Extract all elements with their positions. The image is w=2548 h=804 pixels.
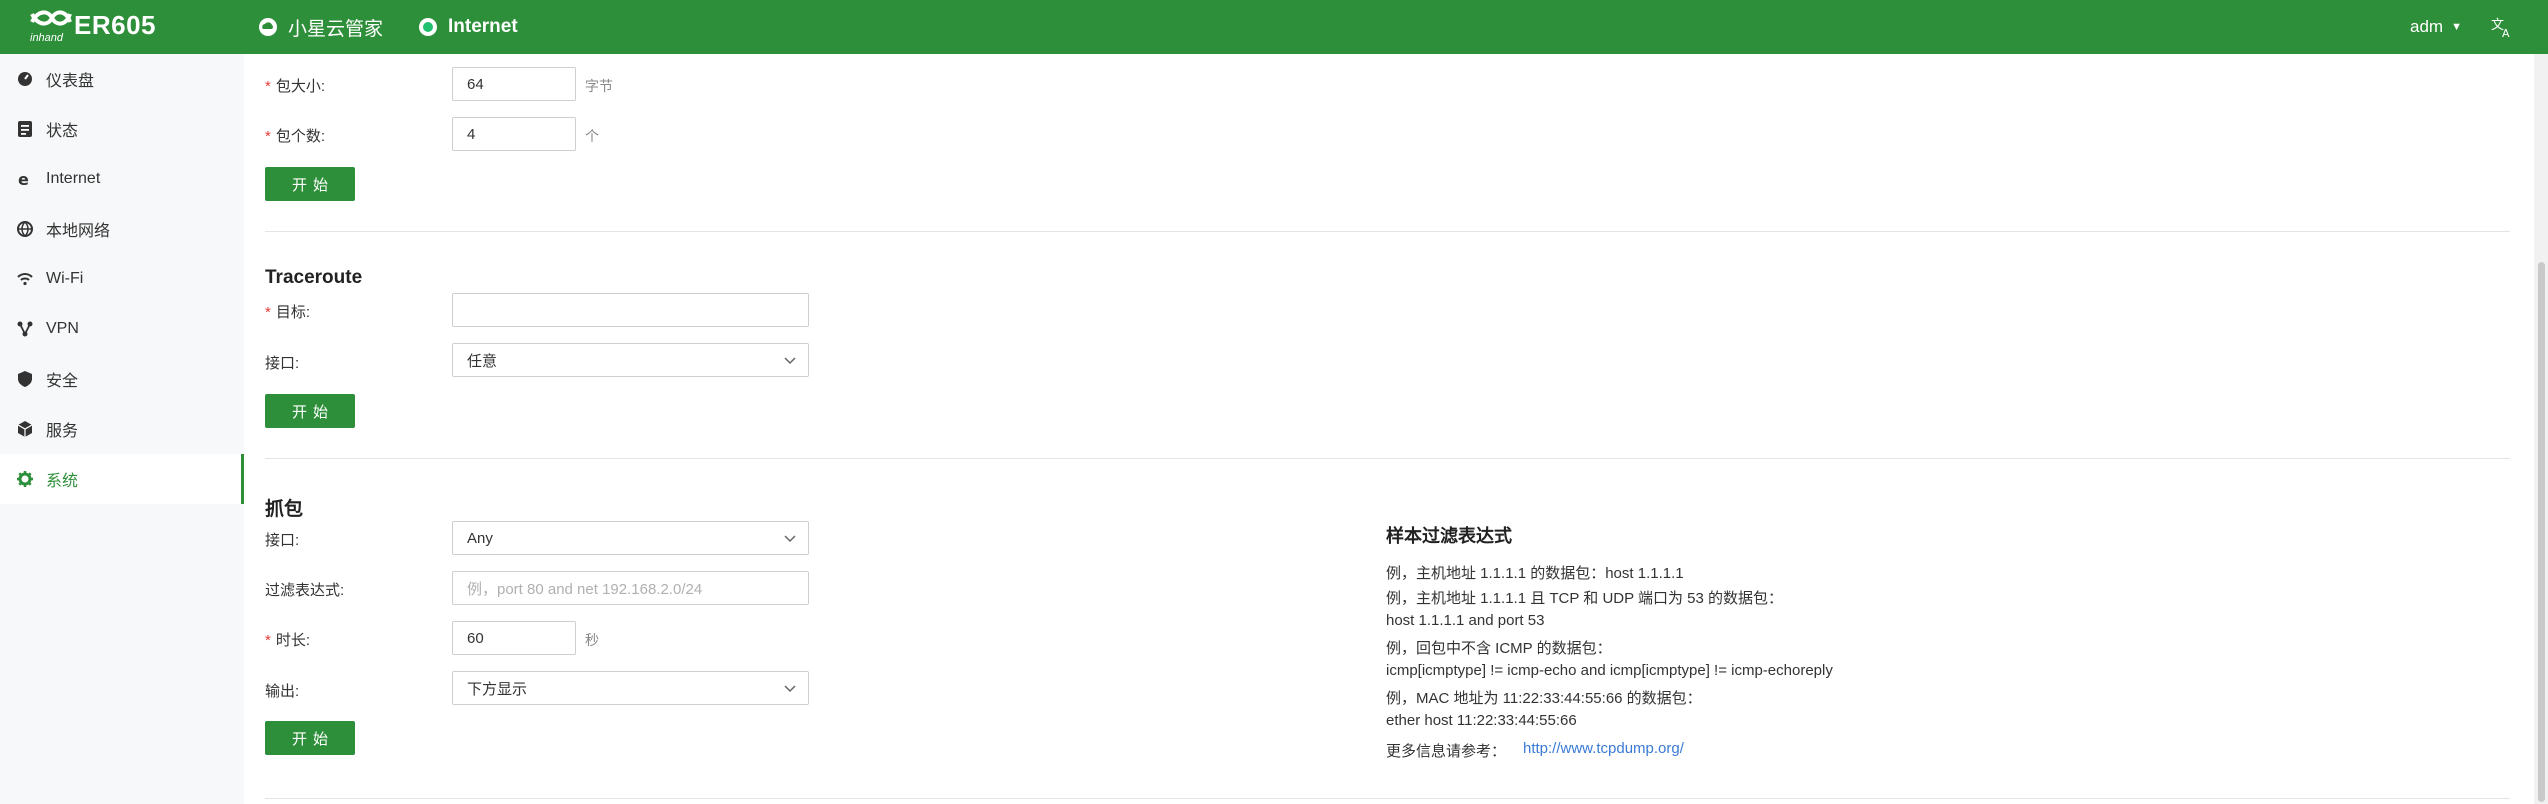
shield-icon: [16, 370, 34, 388]
logo-text: ER605: [74, 10, 156, 40]
reference-label: 更多信息请参考：: [1386, 743, 1507, 760]
duration-label: * 时长:: [265, 632, 311, 649]
nav-cloud-manager[interactable]: 小星云管家: [258, 0, 383, 54]
language-icon[interactable]: 文 A: [2490, 15, 2514, 39]
cloud-icon: [259, 18, 277, 36]
chevron-down-icon: [784, 357, 796, 365]
sample-line: host 1.1.1.1 and port 53: [1386, 612, 1545, 629]
filter-label: 过滤表达式:: [265, 582, 345, 599]
wifi-icon: [16, 270, 34, 288]
section-divider: [265, 798, 2510, 799]
sample-line: ether host 11:22:33:44:55:66: [1386, 712, 1577, 729]
sidebar-item-security[interactable]: 安全: [0, 354, 244, 404]
chevron-down-icon: ▼: [2451, 21, 2462, 33]
sidebar-item-local-network[interactable]: 本地网络: [0, 204, 244, 254]
sample-line: 例，主机地址 1.1.1.1 的数据包：host 1.1.1.1: [1386, 565, 1684, 582]
traceroute-interface-label: 接口:: [265, 355, 300, 372]
nav-cloud-manager-label: 小星云管家: [288, 18, 384, 40]
sidebar-item-status[interactable]: 状态: [0, 104, 244, 154]
gear-icon: [16, 470, 34, 488]
sidebar: 仪表盘 状态 e Internet 本地网络 Wi-Fi VPN 安全 服务 系…: [0, 54, 244, 804]
packet-size-label: * 包大小:: [265, 78, 326, 95]
chevron-down-icon: [784, 685, 796, 693]
logo-subtext: inhand: [30, 32, 64, 44]
packet-count-input[interactable]: 4: [452, 117, 576, 151]
chevron-down-icon: [784, 535, 796, 543]
sidebar-item-label: 本地网络: [46, 223, 111, 240]
duration-input[interactable]: 60: [452, 621, 576, 655]
sample-filters-title: 样本过滤表达式: [1386, 526, 1512, 546]
ping-start-button[interactable]: 开始: [265, 167, 355, 201]
sidebar-item-label: Wi-Fi: [46, 270, 84, 287]
sidebar-item-system[interactable]: 系统: [0, 454, 244, 504]
sidebar-item-internet[interactable]: e Internet: [0, 154, 244, 204]
sidebar-item-dashboard[interactable]: 仪表盘: [0, 54, 244, 104]
packet-size-unit: 字节: [585, 78, 613, 94]
capture-interface-select[interactable]: Any: [452, 521, 809, 555]
sample-line: 例，主机地址 1.1.1.1 且 TCP 和 UDP 端口为 53 的数据包：: [1386, 590, 1784, 607]
user-menu[interactable]: adm ▼: [2410, 0, 2462, 54]
sidebar-item-services[interactable]: 服务: [0, 404, 244, 454]
internet-icon: e: [16, 170, 34, 188]
packet-count-unit: 个: [585, 128, 599, 144]
sidebar-item-label: 安全: [46, 373, 79, 390]
traceroute-title: Traceroute: [265, 267, 363, 288]
sample-line: icmp[icmptype] != icmp-echo and icmp[icm…: [1386, 662, 1833, 679]
section-divider: [265, 231, 2510, 232]
section-divider: [265, 458, 2510, 459]
status-icon: [16, 120, 34, 138]
capture-title: 抓包: [265, 499, 304, 520]
sidebar-item-label: 系统: [46, 473, 79, 490]
nav-internet[interactable]: Internet: [418, 0, 518, 54]
capture-interface-label: 接口:: [265, 532, 300, 549]
duration-unit: 秒: [585, 632, 599, 648]
filter-input[interactable]: 例，port 80 and net 192.168.2.0/24: [452, 571, 809, 605]
sidebar-item-label: 仪表盘: [46, 73, 95, 90]
scrollbar-thumb[interactable]: [2538, 262, 2545, 802]
packet-count-label: * 包个数:: [265, 128, 326, 145]
username: adm: [2410, 17, 2444, 36]
top-bar: ER605 inhand 小星云管家 Internet adm ▼ 文 A: [0, 0, 2548, 54]
target-input[interactable]: [452, 293, 809, 327]
tcpdump-link[interactable]: http://www.tcpdump.org/: [1523, 740, 1684, 757]
traceroute-interface-select[interactable]: 任意: [452, 343, 809, 377]
sidebar-item-label: 服务: [46, 423, 79, 440]
sample-line: 例，MAC 地址为 11:22:33:44:55:66 的数据包：: [1386, 690, 1702, 707]
output-select[interactable]: 下方显示: [452, 671, 809, 705]
packet-size-input[interactable]: 64: [452, 67, 576, 101]
capture-start-button[interactable]: 开始: [265, 721, 355, 755]
output-label: 输出:: [265, 683, 300, 700]
status-dot-icon: [419, 18, 437, 36]
svg-text:e: e: [18, 171, 29, 187]
logo[interactable]: ER605 inhand: [28, 8, 158, 46]
sidebar-item-label: 状态: [46, 123, 79, 140]
globe-icon: [16, 220, 34, 238]
target-label: * 目标:: [265, 304, 311, 321]
cube-icon: [16, 420, 34, 438]
logo-mark-icon: [30, 10, 72, 26]
vpn-icon: [16, 320, 34, 338]
sidebar-item-wifi[interactable]: Wi-Fi: [0, 254, 244, 304]
sidebar-item-label: Internet: [46, 170, 101, 187]
svg-text:A: A: [2502, 27, 2510, 39]
nav-internet-label: Internet: [448, 16, 518, 37]
sidebar-item-vpn[interactable]: VPN: [0, 304, 244, 354]
dashboard-icon: [16, 70, 34, 88]
sidebar-item-label: VPN: [46, 320, 79, 337]
sample-line: 例，回包中不含 ICMP 的数据包：: [1386, 640, 1612, 657]
traceroute-start-button[interactable]: 开始: [265, 394, 355, 428]
